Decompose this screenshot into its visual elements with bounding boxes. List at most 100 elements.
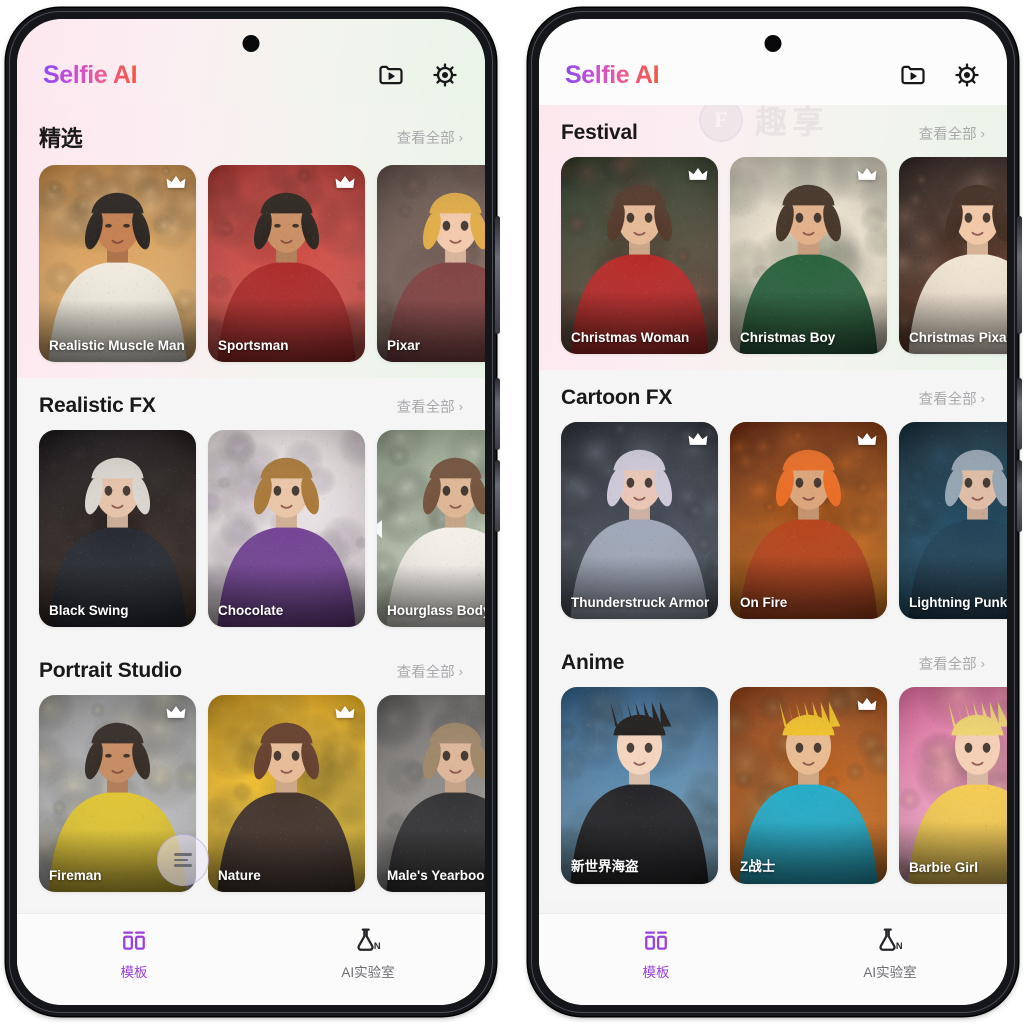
phone-screen-left: Selfie AI 精选 查看全部 › Realistic Muscle Man… — [17, 19, 485, 1005]
template-card[interactable]: Sportsman — [208, 165, 365, 362]
crown-premium-icon — [335, 176, 355, 188]
template-card[interactable]: Thunderstruck Armor — [561, 422, 718, 619]
template-card[interactable]: Christmas Woman — [561, 157, 718, 354]
template-card-name: Sportsman — [218, 338, 289, 353]
see-all-label: 查看全部 — [918, 656, 977, 673]
template-card-name: Realistic Muscle Man — [49, 338, 185, 353]
section-title: 精选 — [39, 126, 83, 151]
side-button-volume-up[interactable] — [1017, 378, 1022, 450]
watermark-text: 趣享 — [755, 105, 830, 140]
template-card-rail[interactable]: Christmas Woman Christmas Boy Christmas P… — [539, 157, 1007, 370]
menu-lines-icon — [174, 850, 192, 870]
see-all-label: 查看全部 — [918, 126, 977, 143]
section-Cartoon FX: Cartoon FX 查看全部 › Thunderstruck Armor On F… — [539, 370, 1007, 635]
tab-templates[interactable]: 模板 — [539, 926, 773, 981]
template-card-rail[interactable]: Thunderstruck Armor On Fire Lightning Pun… — [539, 422, 1007, 635]
section-header: Realistic FX 查看全部 › — [17, 378, 485, 430]
template-card-rail[interactable]: Black Swing Chocolate Hourglass Body — [17, 430, 485, 643]
see-all-label: 查看全部 — [396, 664, 455, 681]
template-card-name: Christmas Boy — [740, 330, 836, 345]
section-header: Festival F 趣享 查看全部 › — [539, 105, 1007, 157]
template-card[interactable]: Pixar — [377, 165, 485, 362]
phone-device-right: Selfie AI Festival F 趣享 查看全部 › Christmas… — [528, 8, 1022, 1016]
template-card[interactable]: Christmas Pixar — [899, 157, 1007, 354]
section-title: Cartoon FX — [561, 386, 673, 409]
see-all-link[interactable]: 查看全部 › — [919, 653, 985, 674]
template-card[interactable]: Realistic Muscle Man — [39, 165, 196, 362]
template-card[interactable]: Barbie Girl — [899, 687, 1007, 884]
tab-label: 模板 — [642, 965, 670, 980]
chevron-right-icon: › — [980, 655, 985, 671]
section-header: Cartoon FX 查看全部 › — [539, 370, 1007, 422]
see-all-link[interactable]: 查看全部 › — [919, 123, 985, 144]
template-card-name: Chocolate — [218, 603, 284, 618]
crown-premium-icon — [166, 706, 186, 718]
template-card-name: Christmas Pixar — [909, 330, 1007, 345]
template-card-rail[interactable]: Fireman Nature Male's Yearbook — [17, 695, 485, 908]
chevron-right-icon: › — [980, 125, 985, 141]
template-card-name: Lightning Punk — [909, 595, 1007, 610]
app-watermark: F 趣享 — [699, 105, 829, 143]
see-all-link[interactable]: 查看全部 › — [919, 388, 985, 409]
tab-label: AI实验室 — [341, 965, 395, 980]
template-feed-left[interactable]: 精选 查看全部 › Realistic Muscle Man Sportsman Pi… — [17, 105, 485, 913]
svg-text:N: N — [896, 941, 903, 951]
crown-premium-icon — [857, 168, 877, 180]
template-card[interactable]: 新世界海盗 — [561, 687, 718, 884]
header-actions — [899, 61, 981, 89]
chevron-right-icon: › — [458, 663, 463, 679]
phone-device-left: Selfie AI 精选 查看全部 › Realistic Muscle Man… — [6, 8, 500, 1016]
bottom-tab-bar-right: 模板 N AI实验室 — [539, 913, 1007, 1005]
section-title: Festival — [561, 121, 638, 144]
section-Portrait Studio: Portrait Studio 查看全部 › Fireman Nature Male'… — [17, 643, 485, 908]
crown-premium-icon — [857, 433, 877, 445]
side-button-volume-down[interactable] — [495, 460, 500, 532]
side-button-volume-down[interactable] — [1017, 460, 1022, 532]
see-all-link[interactable]: 查看全部 › — [397, 661, 463, 682]
template-card-rail[interactable]: 新世界海盗 Z战士 Barbie Girl — [539, 687, 1007, 900]
template-card[interactable]: On Fire — [730, 422, 887, 619]
template-card[interactable]: Male's Yearbook — [377, 695, 485, 892]
svg-text:N: N — [374, 941, 381, 951]
template-card-name: Pixar — [387, 338, 421, 353]
section-Festival: Festival F 趣享 查看全部 › Christmas Woman Christm… — [539, 105, 1007, 370]
flask-ai-icon: N — [876, 926, 904, 954]
side-button-volume-up[interactable] — [495, 378, 500, 450]
watermark-logo-icon: F — [699, 105, 743, 142]
side-button-power[interactable] — [1017, 216, 1022, 334]
template-card[interactable]: Black Swing — [39, 430, 196, 627]
template-card[interactable]: Z战士 — [730, 687, 887, 884]
template-card-name: Black Swing — [49, 603, 129, 618]
tab-templates[interactable]: 模板 — [17, 926, 251, 981]
flask-ai-icon: N — [354, 926, 382, 954]
template-card[interactable]: Christmas Boy — [730, 157, 887, 354]
see-all-link[interactable]: 查看全部 › — [397, 127, 463, 148]
video-folder-icon[interactable] — [377, 61, 405, 89]
see-all-label: 查看全部 — [396, 130, 455, 147]
section-title: Portrait Studio — [39, 659, 182, 682]
floating-menu-button[interactable] — [157, 834, 209, 886]
tab-ai-lab[interactable]: N AI实验室 — [251, 926, 485, 981]
chevron-right-icon: › — [458, 398, 463, 414]
section-title: Anime — [561, 651, 625, 674]
section-header: 精选 查看全部 › — [17, 105, 485, 165]
template-card[interactable]: Hourglass Body — [377, 430, 485, 627]
carousel-prev-arrow[interactable] — [377, 519, 382, 538]
template-feed-right[interactable]: Festival F 趣享 查看全部 › Christmas Woman Christm… — [539, 105, 1007, 913]
tab-ai-lab[interactable]: N AI实验室 — [773, 926, 1007, 981]
template-card-rail[interactable]: Realistic Muscle Man Sportsman Pixar — [17, 165, 485, 378]
crown-premium-icon — [857, 698, 877, 710]
gear-icon[interactable] — [953, 61, 981, 89]
phone-screen-right: Selfie AI Festival F 趣享 查看全部 › Christmas… — [539, 19, 1007, 1005]
bottom-tab-bar-left: 模板 N AI实验室 — [17, 913, 485, 1005]
side-button-power[interactable] — [495, 216, 500, 334]
see-all-label: 查看全部 — [396, 399, 455, 416]
template-card-name: Thunderstruck Armor — [571, 595, 710, 610]
video-folder-icon[interactable] — [899, 61, 927, 89]
crown-premium-icon — [166, 176, 186, 188]
template-card[interactable]: Lightning Punk — [899, 422, 1007, 619]
template-card[interactable]: Chocolate — [208, 430, 365, 627]
see-all-link[interactable]: 查看全部 › — [397, 396, 463, 417]
gear-icon[interactable] — [431, 61, 459, 89]
template-card[interactable]: Nature — [208, 695, 365, 892]
